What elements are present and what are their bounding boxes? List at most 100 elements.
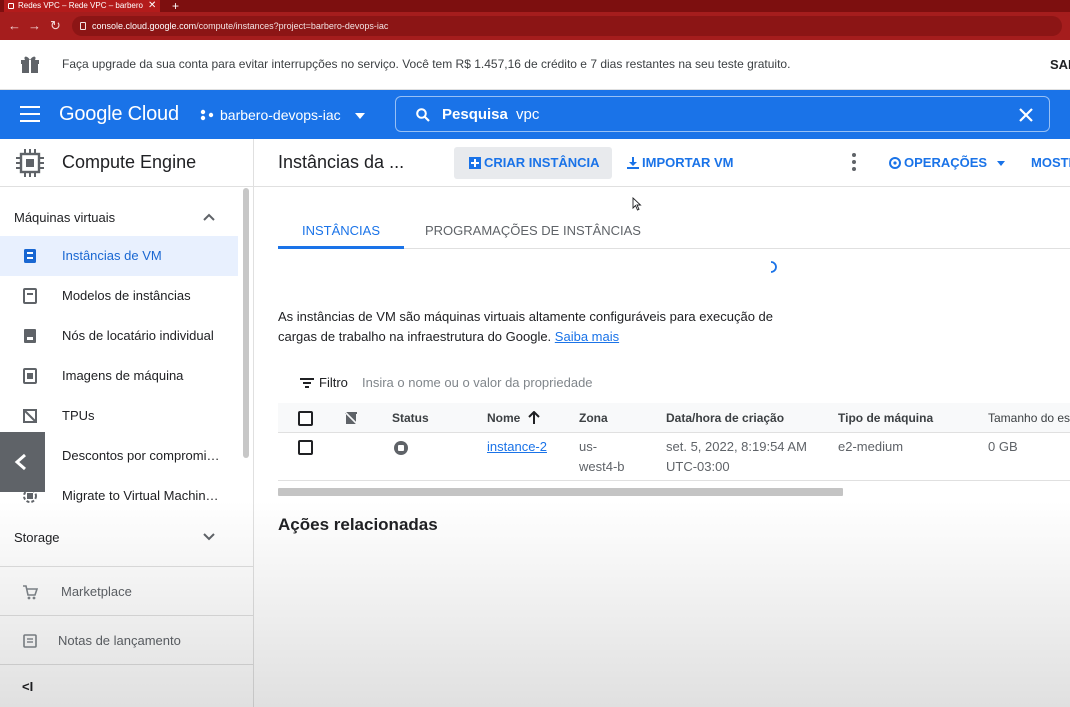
instance-name-link[interactable]: instance-2 <box>487 437 547 457</box>
project-icon <box>200 109 214 121</box>
google-cloud-logo[interactable]: Google Cloud <box>59 103 179 126</box>
gift-icon <box>21 56 39 73</box>
create-instance-button[interactable]: CRIAR INSTÂNCIA <box>454 147 612 179</box>
collapse-panel-button[interactable] <box>0 432 45 492</box>
filter-label: Filtro <box>319 375 348 390</box>
instance-created-line1: set. 5, 2022, 8:19:54 AM <box>666 439 807 454</box>
browser-tab[interactable]: Redes VPC – Rede VPC – barbero <box>4 0 160 12</box>
sidebar-item-label: Instâncias de VM <box>62 248 162 263</box>
forward-icon[interactable]: → <box>28 12 41 40</box>
chevron-up-icon <box>203 213 215 221</box>
close-icon[interactable] <box>1018 107 1034 123</box>
table-horizontal-scrollbar[interactable] <box>278 488 843 496</box>
url-host: console.cloud.google.com <box>92 21 197 31</box>
sidebar-item-label: Nós de locatário individual <box>62 328 214 343</box>
operations-label: OPERAÇÕES <box>904 155 988 170</box>
column-machine-type[interactable]: Tipo de máquina <box>838 411 933 425</box>
sidebar-item-marketplace[interactable]: Marketplace <box>0 566 253 615</box>
sidebar-item-release-notes[interactable]: Notas de lançamento <box>0 615 253 664</box>
url-field[interactable]: console.cloud.google.com/compute/instanc… <box>72 16 1062 36</box>
show-info-panel-button[interactable]: MOSTR <box>1013 147 1070 179</box>
learn-more-link[interactable]: Saiba mais <box>555 329 619 344</box>
section-label: Storage <box>14 530 60 545</box>
browser-address-bar: ← → ↻ console.cloud.google.com/compute/i… <box>0 12 1070 40</box>
compute-engine-chip-icon <box>16 149 44 177</box>
show-info-label: MOSTR <box>1031 155 1070 170</box>
column-zone[interactable]: Zona <box>579 411 608 425</box>
tab-title: Redes VPC – Rede VPC – barbero <box>18 1 143 10</box>
collapse-sidebar-icon[interactable]: <I <box>22 679 33 694</box>
column-name[interactable]: Nome <box>487 411 520 425</box>
instance-disk-size: 0 GB <box>988 439 1018 454</box>
delete-column-icon <box>344 411 358 425</box>
search-icon <box>416 108 430 122</box>
import-vm-label: IMPORTAR VM <box>642 155 734 170</box>
operations-icon <box>889 157 901 169</box>
sidebar-item-vm-instances[interactable]: Instâncias de VM <box>0 236 238 276</box>
chevron-down-icon <box>996 161 1005 167</box>
tab-close-icon[interactable]: ✕ <box>148 0 156 12</box>
instance-zone-line2: west4-b <box>579 459 625 474</box>
new-tab-button[interactable]: + <box>172 0 179 12</box>
more-vert-icon[interactable] <box>852 153 856 171</box>
row-checkbox[interactable] <box>298 440 313 455</box>
filter-input[interactable]: Insira o nome ou o valor da propriedade <box>362 375 593 390</box>
hamburger-menu-icon[interactable] <box>20 106 40 122</box>
chevron-down-icon <box>203 533 215 541</box>
tab-instances[interactable]: INSTÂNCIAS <box>278 209 405 249</box>
banner-text: Faça upgrade da sua conta para evitar in… <box>62 57 791 71</box>
sidebar-scrollbar[interactable] <box>243 188 249 458</box>
table-row: instance-2 us- west4-b set. 5, 2022, 8:1… <box>278 433 1070 481</box>
sidebar-footer: <I <box>0 664 253 707</box>
instance-tabs: INSTÂNCIAS PROGRAMAÇÕES DE INSTÂNCIAS <box>278 209 1070 249</box>
sidebar-item-machine-images[interactable]: Imagens de máquina <box>0 356 238 396</box>
column-creation-time[interactable]: Data/hora de criação <box>666 411 784 425</box>
sidebar-item-label: Modelos de instâncias <box>62 288 191 303</box>
tab-favicon-icon <box>8 3 14 9</box>
chevron-down-icon <box>354 113 365 120</box>
section-storage[interactable]: Storage <box>0 518 238 558</box>
add-box-icon <box>469 157 481 169</box>
sidebar-item-sole-tenant-nodes[interactable]: Nós de locatário individual <box>0 316 238 356</box>
instance-machine-type: e2-medium <box>838 439 904 454</box>
sidebar-item-tpus[interactable]: TPUs <box>0 396 238 436</box>
reload-icon[interactable]: ↻ <box>50 12 61 40</box>
download-icon <box>627 157 639 169</box>
vm-instance-icon <box>24 249 36 263</box>
product-header: Compute Engine <box>0 139 253 187</box>
import-vm-button[interactable]: IMPORTAR VM <box>624 147 733 179</box>
column-status[interactable]: Status <box>392 411 429 425</box>
arrow-upward-icon[interactable] <box>528 411 540 425</box>
filter-bar: Filtro Insira o nome ou o valor da propr… <box>278 367 1070 399</box>
search-input[interactable]: Pesquisa vpc <box>395 96 1050 132</box>
sidebar-item-label: TPUs <box>62 408 95 423</box>
stopped-status-icon <box>394 441 408 455</box>
tpu-icon <box>23 409 37 423</box>
create-instance-label: CRIAR INSTÂNCIA <box>484 155 600 170</box>
related-actions-heading: Ações relacionadas <box>278 515 438 534</box>
column-disk-size[interactable]: Tamanho do es <box>988 411 1070 425</box>
console-header: Google Cloud barbero-devops-iac Pesquisa… <box>0 90 1070 139</box>
instance-zone-line1: us- <box>579 439 598 454</box>
back-icon[interactable]: ← <box>8 12 21 40</box>
browser-tabstrip: Redes VPC – Rede VPC – barbero ✕ + <box>0 0 1070 12</box>
tab-instance-schedules[interactable]: PROGRAMAÇÕES DE INSTÂNCIAS <box>401 209 665 249</box>
machine-image-icon <box>23 368 37 384</box>
section-virtual-machines[interactable]: Máquinas virtuais <box>0 198 238 238</box>
sidebar-item-label: Marketplace <box>61 584 132 599</box>
cart-icon <box>23 585 38 600</box>
select-all-checkbox[interactable] <box>298 411 313 426</box>
chevron-left-icon <box>14 453 26 471</box>
filter-list-icon <box>300 378 314 388</box>
instance-created-line2: UTC-03:00 <box>666 459 730 474</box>
project-name: barbero-devops-iac <box>220 107 341 123</box>
banner-action-button[interactable]: SAI <box>1050 57 1070 72</box>
project-selector[interactable]: barbero-devops-iac <box>198 104 365 126</box>
sidebar-item-label: Descontos por compromi… <box>62 448 220 463</box>
operations-button[interactable]: OPERAÇÕES <box>886 147 1005 179</box>
upgrade-banner: Faça upgrade da sua conta para evitar in… <box>0 40 1070 90</box>
table-header: Status Nome Zona Data/hora de criação Ti… <box>278 403 1070 433</box>
search-label: Pesquisa <box>442 106 508 123</box>
sidebar-item-instance-templates[interactable]: Modelos de instâncias <box>0 276 238 316</box>
release-notes-icon <box>23 634 37 648</box>
